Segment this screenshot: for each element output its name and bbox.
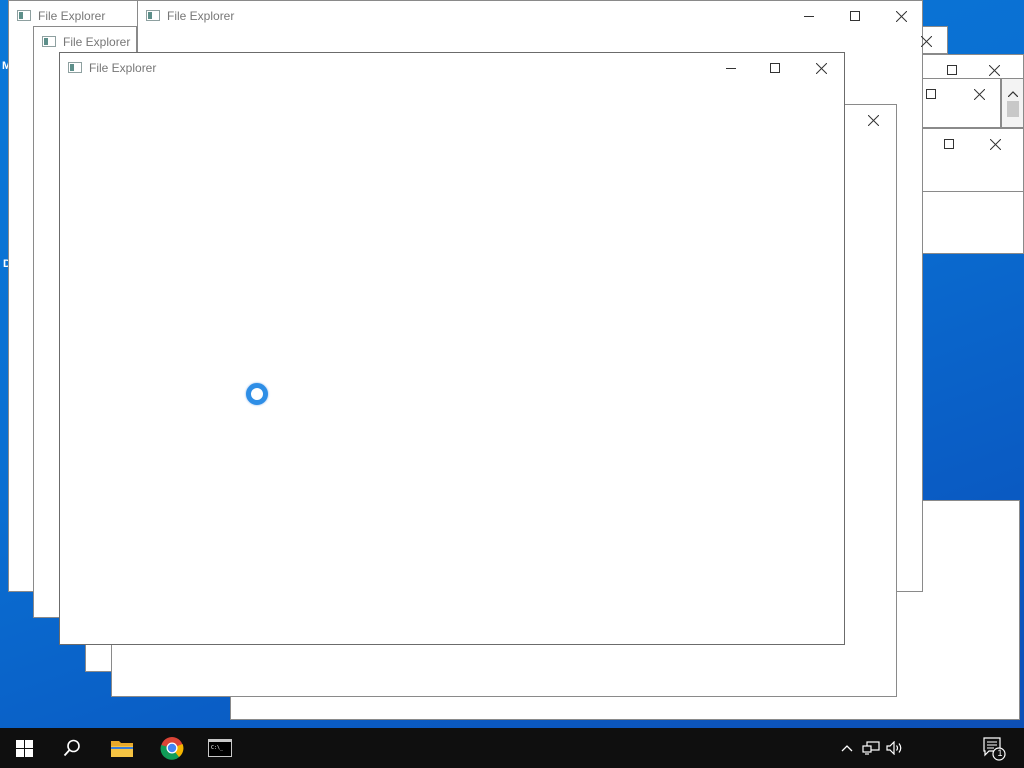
close-icon	[895, 10, 907, 22]
maximize-icon	[770, 63, 780, 73]
explorer-window-front[interactable]: File Explorer	[59, 52, 845, 645]
minimize-button[interactable]	[786, 1, 832, 31]
maximize-button[interactable]	[926, 129, 972, 159]
maximize-icon	[947, 65, 957, 75]
close-button[interactable]	[956, 79, 1002, 109]
windows-logo-icon	[15, 739, 33, 757]
minimize-icon	[804, 16, 814, 17]
chevron-up-icon	[1008, 91, 1018, 97]
chrome-taskbar-button[interactable]	[148, 728, 196, 768]
desktop: M D File Explorer File Explorer File Exp…	[0, 0, 1024, 728]
loading-spinner-icon	[246, 383, 268, 405]
network-icon	[862, 741, 880, 755]
file-explorer-app-icon	[17, 10, 31, 21]
chrome-icon	[160, 737, 184, 760]
close-button[interactable]	[798, 53, 844, 83]
close-icon	[921, 36, 932, 47]
close-icon	[988, 64, 1000, 76]
minimize-icon	[726, 68, 736, 69]
maximize-button[interactable]	[752, 53, 798, 83]
file-explorer-app-icon	[42, 36, 56, 47]
window-title: File Explorer	[63, 35, 131, 49]
maximize-icon	[926, 89, 936, 99]
close-icon	[989, 138, 1001, 150]
maximize-button[interactable]	[832, 1, 878, 31]
notification-count-badge: 1	[997, 748, 1003, 758]
background-window-right-3[interactable]	[915, 128, 1024, 192]
file-explorer-app-icon	[146, 10, 160, 21]
file-explorer-taskbar-button[interactable]	[98, 728, 146, 768]
background-window-close-fragment[interactable]	[921, 26, 948, 54]
maximize-icon	[944, 139, 954, 149]
close-button[interactable]	[878, 1, 924, 31]
window-content	[60, 83, 844, 644]
search-icon	[63, 739, 80, 757]
terminal-icon: C:\_	[208, 739, 232, 757]
titlebar[interactable]: File Explorer	[60, 53, 844, 83]
taskbar: C:\_ 1	[0, 728, 1024, 768]
minimize-button[interactable]	[708, 53, 754, 83]
maximize-icon	[850, 11, 860, 21]
window-title: File Explorer	[167, 9, 235, 23]
chevron-up-icon	[841, 745, 853, 752]
close-icon	[973, 88, 985, 100]
scrollbar-thumb[interactable]	[1007, 101, 1019, 117]
file-explorer-app-icon	[68, 62, 82, 73]
close-button[interactable]	[850, 105, 896, 135]
volume-icon	[886, 741, 902, 755]
folder-icon	[111, 741, 133, 757]
close-button[interactable]	[972, 129, 1018, 159]
volume-button[interactable]	[884, 738, 906, 758]
show-hidden-icons-button[interactable]	[838, 738, 856, 758]
window-title: File Explorer	[89, 61, 157, 75]
command-prompt-taskbar-button[interactable]: C:\_	[196, 728, 244, 768]
window-title: File Explorer	[38, 9, 106, 23]
notification-icon	[983, 737, 1006, 761]
titlebar[interactable]: File Explorer	[138, 1, 922, 31]
scrollbar-strip[interactable]	[1001, 78, 1024, 128]
action-center-button[interactable]: 1	[980, 736, 1010, 762]
close-icon	[815, 62, 827, 74]
start-button[interactable]	[0, 728, 48, 768]
search-button[interactable]	[48, 728, 96, 768]
svg-text:C:\_: C:\_	[211, 745, 224, 751]
close-icon	[867, 114, 879, 126]
network-button[interactable]	[860, 738, 882, 758]
background-window-right-2[interactable]	[915, 78, 1001, 128]
